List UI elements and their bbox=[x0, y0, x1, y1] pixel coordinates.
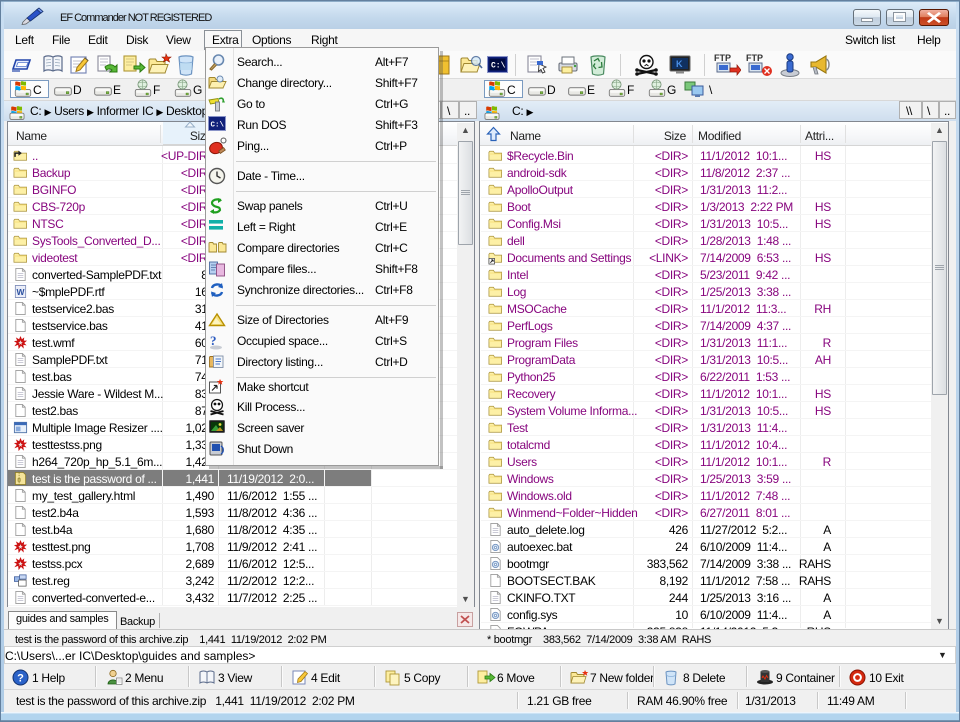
svg-text:K: K bbox=[676, 59, 683, 69]
svg-text:?: ? bbox=[17, 673, 24, 685]
svg-text:FTP: FTP bbox=[746, 53, 763, 63]
svg-text:C:\: C:\ bbox=[491, 62, 506, 71]
svg-text:FTP: FTP bbox=[714, 53, 731, 63]
svg-text:C:\: C:\ bbox=[211, 122, 225, 130]
